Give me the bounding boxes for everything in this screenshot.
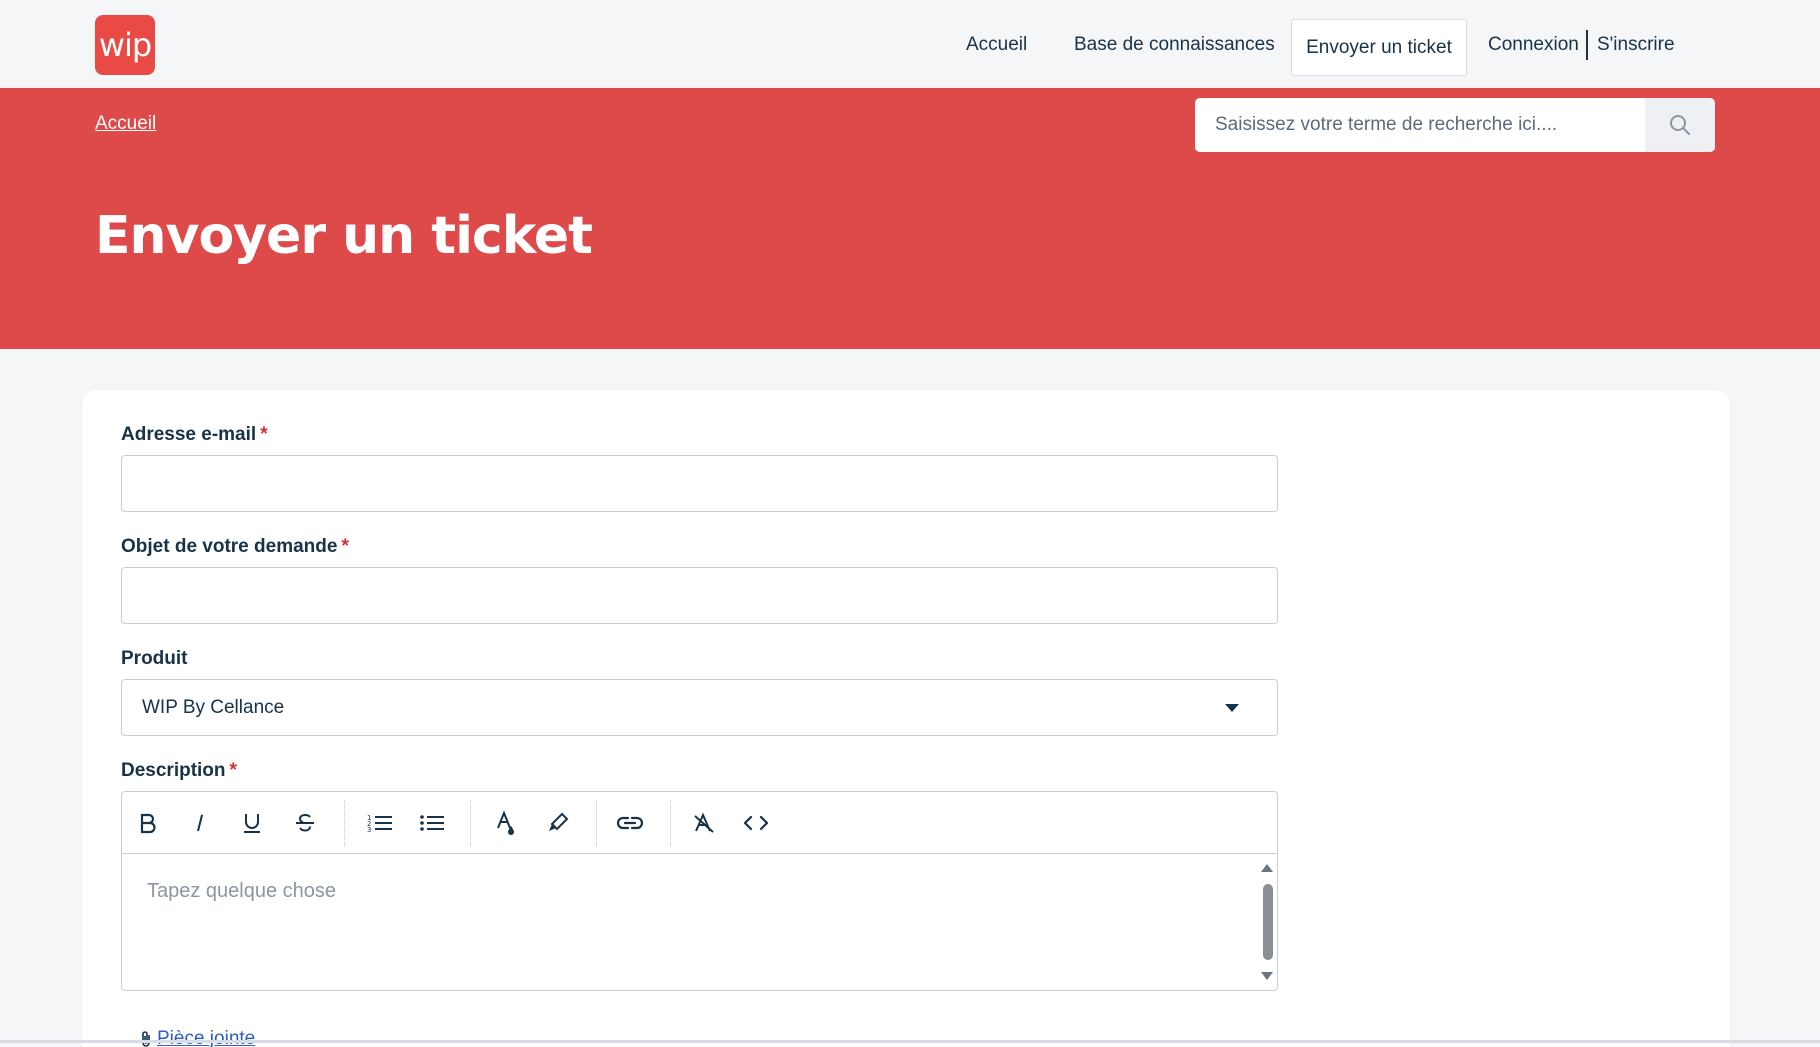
code-button[interactable] <box>738 806 774 840</box>
description-editor: 123 Tapez quelque chose <box>121 791 1278 991</box>
highlight-button[interactable] <box>540 806 576 840</box>
underline-icon <box>244 814 260 833</box>
search-bar <box>1195 98 1715 152</box>
code-icon <box>743 815 769 831</box>
nav-submit-ticket-link[interactable]: Envoyer un ticket <box>1291 19 1467 76</box>
nav-home-link[interactable]: Accueil <box>966 34 1027 56</box>
nav-knowledge-base-link[interactable]: Base de connaissances <box>1074 34 1275 56</box>
unordered-list-button[interactable] <box>414 806 450 840</box>
product-select[interactable]: WIP By Cellance <box>121 679 1278 736</box>
scroll-up-arrow[interactable] <box>1261 864 1273 872</box>
nav-login-link[interactable]: Connexion <box>1488 34 1579 56</box>
wip-logo[interactable]: wip <box>95 15 155 75</box>
required-marker: * <box>260 424 268 445</box>
required-marker: * <box>229 760 237 781</box>
description-label-text: Description <box>121 760 226 781</box>
link-icon <box>616 816 644 830</box>
email-label: Adresse e-mail * <box>121 424 268 446</box>
nav-separator <box>1586 30 1588 60</box>
nav-signup-link[interactable]: S'inscrire <box>1597 34 1675 56</box>
scroll-down-arrow[interactable] <box>1261 972 1273 980</box>
subject-label-text: Objet de votre demande <box>121 536 338 557</box>
ordered-list-button[interactable]: 123 <box>362 806 398 840</box>
strikethrough-button[interactable] <box>287 806 323 840</box>
subject-label: Objet de votre demande * <box>121 536 349 558</box>
caret-down-icon <box>1225 703 1239 712</box>
page-title: Envoyer un ticket <box>95 206 593 266</box>
subject-field-wrapper <box>121 567 1278 624</box>
unordered-list-icon <box>420 815 444 831</box>
email-label-text: Adresse e-mail <box>121 424 257 445</box>
search-button[interactable] <box>1645 98 1715 152</box>
description-label: Description * <box>121 760 237 782</box>
italic-button[interactable] <box>182 806 218 840</box>
bold-icon <box>140 813 156 834</box>
link-button[interactable] <box>612 806 648 840</box>
toolbar-separator <box>596 800 597 846</box>
attachment-label: Pièce jointe <box>157 1028 256 1047</box>
email-field[interactable] <box>122 456 1277 511</box>
required-marker: * <box>341 536 349 557</box>
clear-format-button[interactable] <box>686 806 722 840</box>
editor-toolbar: 123 <box>122 792 1277 854</box>
top-navigation: wip Accueil Base de connaissances Envoye… <box>0 0 1820 88</box>
toolbar-separator <box>344 800 345 846</box>
search-input[interactable] <box>1195 98 1645 152</box>
italic-icon <box>197 814 203 832</box>
highlight-icon <box>549 812 569 831</box>
font-color-icon <box>497 810 514 835</box>
svg-text:3: 3 <box>367 826 371 834</box>
scrollbar-thumb[interactable] <box>1263 884 1273 960</box>
product-select-value: WIP By Cellance <box>142 696 285 718</box>
strikethrough-icon <box>296 813 314 832</box>
bottom-divider <box>0 1040 1820 1043</box>
toolbar-separator <box>470 800 471 846</box>
logo-text: wip <box>98 26 152 64</box>
product-label: Produit <box>121 648 188 669</box>
clear-format-icon <box>694 812 714 833</box>
description-textarea[interactable]: Tapez quelque chose <box>147 880 336 903</box>
ordered-list-icon: 123 <box>367 814 392 834</box>
search-icon <box>1670 115 1690 135</box>
hero-banner: Accueil Envoyer un ticket <box>0 88 1820 349</box>
subject-field[interactable] <box>122 568 1277 623</box>
breadcrumb-home[interactable]: Accueil <box>95 113 156 135</box>
toolbar-separator <box>670 800 671 846</box>
font-color-button[interactable] <box>488 806 524 840</box>
ticket-form-card: Adresse e-mail * Objet de votre demande * … <box>82 390 1730 1047</box>
bold-button[interactable] <box>130 806 166 840</box>
email-field-wrapper <box>121 455 1278 512</box>
attachment-link[interactable]: Pièce jointe <box>139 1028 255 1047</box>
paperclip-icon <box>142 1031 150 1047</box>
underline-button[interactable] <box>234 806 270 840</box>
